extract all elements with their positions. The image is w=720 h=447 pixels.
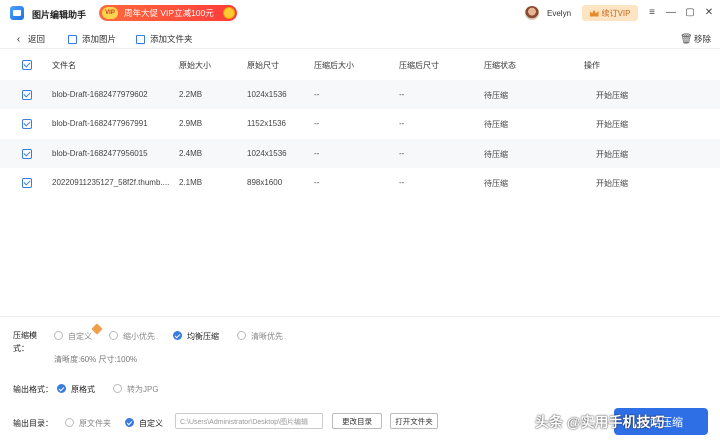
select-all-checkbox[interactable] (22, 60, 32, 70)
compressed-size: -- (314, 90, 320, 99)
original-dims: 1024x1536 (247, 149, 287, 158)
compressed-dims: -- (399, 149, 405, 158)
add-folder-button[interactable]: 添加文件夹 (136, 33, 193, 45)
open-folder-button[interactable]: 打开文件夹 (390, 413, 438, 429)
file-name: blob-Draft-1682477979602 (52, 90, 148, 99)
compressed-size: -- (314, 178, 320, 187)
status: 待压缩 (484, 120, 508, 129)
close-button[interactable]: ✕ (703, 7, 715, 19)
mode-custom-label[interactable]: 自定义 (68, 331, 92, 342)
start-compress-link[interactable]: 开始压缩 (596, 119, 628, 130)
compressed-dims: -- (399, 90, 405, 99)
change-dir-button[interactable]: 更改目录 (332, 413, 382, 429)
header-original-size: 原始大小 (179, 61, 211, 70)
original-size: 2.4MB (179, 149, 203, 158)
add-image-label: 添加图片 (82, 34, 117, 44)
dir-custom-radio[interactable] (125, 418, 134, 427)
compress-mode-label: 压缩模 (13, 331, 37, 340)
chevron-left-icon: ‹ (16, 33, 21, 45)
header-filename: 文件名 (52, 61, 76, 70)
add-folder-icon (136, 34, 145, 44)
app-title: 图片编辑助手 (32, 10, 87, 20)
format-jpg-label[interactable]: 转为JPG (127, 384, 159, 395)
mode-balanced-label[interactable]: 均衡压缩 (187, 331, 219, 342)
app-logo-icon (10, 6, 24, 20)
table-row[interactable]: 20220911235127_58f2f.thumb.... 2.1MB 898… (0, 168, 720, 197)
add-image-button[interactable]: 添加图片 (68, 33, 116, 45)
status: 待压缩 (484, 150, 508, 159)
vip-badge: VIP (102, 7, 118, 19)
compress-mode-label-cont: 式： (13, 344, 29, 353)
restore-button[interactable]: ▢ (684, 7, 696, 19)
compressed-size: -- (314, 149, 320, 158)
compressed-dims: -- (399, 178, 405, 187)
promo-text: 周年大促 VIP立减100元 (124, 8, 214, 18)
dir-custom-label[interactable]: 自定义 (139, 418, 163, 429)
original-size: 2.1MB (179, 178, 203, 187)
row-checkbox[interactable] (22, 178, 32, 188)
output-path-field[interactable]: C:\Users\Administrator\Desktop\图片编辑 (175, 413, 323, 429)
promo-banner[interactable]: VIP 周年大促 VIP立减100元 (99, 5, 237, 21)
header-compressed-size: 压缩后大小 (314, 61, 354, 70)
status: 待压缩 (484, 179, 508, 188)
header-compressed-dims: 压缩后尺寸 (399, 61, 439, 70)
mode-balanced-radio[interactable] (173, 331, 182, 340)
original-size: 2.9MB (179, 119, 203, 128)
remove-label: 移除 (694, 34, 712, 44)
mode-clarity-label[interactable]: 清晰优先 (251, 331, 283, 342)
header-original-dims: 原始尺寸 (247, 61, 279, 70)
watermark: 头条 @实用手机技巧 (535, 414, 665, 430)
username[interactable]: Evelyn (547, 9, 571, 18)
table-row[interactable]: blob-Draft-1682477956015 2.4MB 1024x1536… (0, 139, 720, 168)
header-status: 压缩状态 (484, 61, 516, 70)
renew-vip-button[interactable]: 续订VIP (582, 5, 638, 21)
start-compress-link[interactable]: 开始压缩 (596, 90, 628, 101)
output-format-label: 输出格式： (13, 385, 53, 394)
format-original-label[interactable]: 原格式 (71, 384, 95, 395)
start-compress-link[interactable]: 开始压缩 (596, 178, 628, 189)
row-checkbox[interactable] (22, 90, 32, 100)
mode-info: 清晰度:60% 尺寸:100% (54, 355, 138, 364)
menu-icon[interactable]: ≡ (646, 7, 658, 19)
table-row[interactable]: blob-Draft-1682477979602 2.2MB 1024x1536… (0, 80, 720, 109)
mode-custom-radio[interactable] (54, 331, 63, 340)
toolbar: ‹ 返回 添加图片 添加文件夹 🗑 移除 (0, 27, 720, 49)
original-dims: 1152x1536 (247, 119, 286, 128)
original-dims: 1024x1536 (247, 90, 287, 99)
row-checkbox[interactable] (22, 119, 32, 129)
table-row[interactable]: blob-Draft-1682477967991 2.9MB 1152x1536… (0, 109, 720, 138)
file-name: 20220911235127_58f2f.thumb.... (52, 178, 170, 187)
output-dir-label: 输出目录： (13, 419, 53, 428)
compressed-dims: -- (399, 119, 405, 128)
back-label: 返回 (28, 34, 46, 44)
format-original-radio[interactable] (57, 384, 66, 393)
table-header: 文件名 原始大小 原始尺寸 压缩后大小 压缩后尺寸 压缩状态 操作 (0, 51, 720, 78)
renew-vip-label: 续订VIP (601, 8, 631, 18)
mode-smaller-radio[interactable] (109, 331, 118, 340)
back-button[interactable]: ‹ 返回 (14, 33, 45, 45)
dir-original-label[interactable]: 原文件夹 (79, 418, 111, 429)
title-bar: 图片编辑助手 VIP 周年大促 VIP立减100元 Evelyn 续订VIP ≡… (0, 0, 720, 27)
coin-icon (223, 7, 235, 19)
trash-icon: 🗑 (680, 33, 693, 45)
mode-smaller-label[interactable]: 缩小优先 (123, 331, 155, 342)
file-name: blob-Draft-1682477956015 (52, 149, 148, 158)
dir-original-radio[interactable] (65, 418, 74, 427)
mode-clarity-radio[interactable] (237, 331, 246, 340)
start-compress-link[interactable]: 开始压缩 (596, 149, 628, 160)
status: 待压缩 (484, 91, 508, 100)
original-dims: 898x1600 (247, 178, 283, 187)
header-action: 操作 (584, 61, 600, 70)
row-checkbox[interactable] (22, 149, 32, 159)
compressed-size: -- (314, 119, 320, 128)
crown-icon (589, 9, 599, 17)
minimize-button[interactable]: — (665, 7, 677, 19)
add-folder-label: 添加文件夹 (150, 34, 193, 44)
original-size: 2.2MB (179, 90, 203, 99)
file-name: blob-Draft-1682477967991 (52, 119, 148, 128)
format-jpg-radio[interactable] (113, 384, 122, 393)
add-image-icon (68, 34, 77, 44)
remove-button[interactable]: 🗑 移除 (680, 33, 711, 45)
avatar[interactable] (525, 6, 539, 20)
